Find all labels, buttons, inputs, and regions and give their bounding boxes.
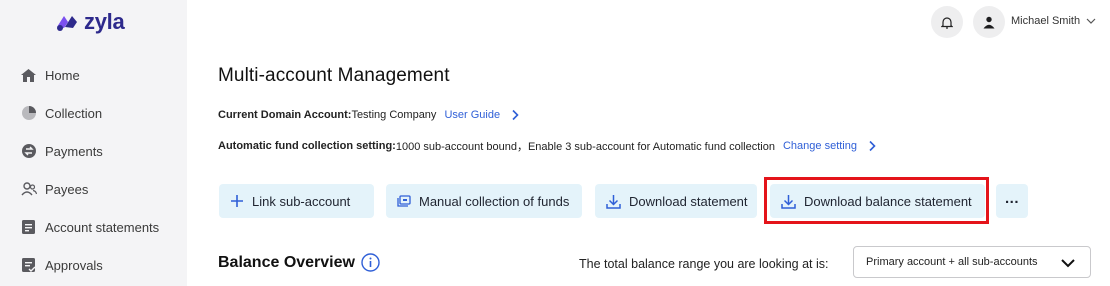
- sidebar-item-label: Payments: [45, 143, 103, 159]
- brand-logo[interactable]: zyla: [54, 9, 125, 35]
- sidebar-item-label: Approvals: [45, 257, 103, 273]
- auto-collection-line: Automatic fund collection setting: 1000 …: [218, 138, 877, 154]
- avatar[interactable]: [973, 6, 1005, 38]
- domain-account-label: Current Domain Account:: [218, 109, 352, 121]
- link-sub-account-button[interactable]: Link sub-account: [219, 184, 374, 218]
- statement-icon: [20, 219, 37, 236]
- more-actions-button[interactable]: ...: [996, 184, 1028, 218]
- user-icon: [983, 16, 995, 28]
- download-icon: [606, 194, 621, 209]
- balance-range-select[interactable]: Primary account + all sub-accounts: [853, 246, 1091, 278]
- balance-overview-title: Balance Overview: [218, 253, 380, 272]
- collection-icon: [397, 195, 411, 207]
- auto-collection-label: Automatic fund collection setting:: [218, 140, 396, 152]
- info-icon[interactable]: [361, 253, 380, 272]
- balance-range-label: The total balance range you are looking …: [579, 257, 829, 271]
- sidebar: zyla Home Collection Payments Payees Acc…: [0, 0, 187, 286]
- chevron-down-icon[interactable]: [1085, 15, 1097, 27]
- sidebar-item-home[interactable]: Home: [0, 60, 187, 90]
- home-icon: [20, 67, 37, 84]
- payment-icon: [20, 143, 37, 160]
- sidebar-item-label: Home: [45, 67, 80, 83]
- people-icon: [20, 181, 37, 198]
- page-title: Multi-account Management: [218, 65, 450, 86]
- sidebar-item-payments[interactable]: Payments: [0, 136, 187, 166]
- balance-range-value: Primary account + all sub-accounts: [866, 256, 1038, 268]
- domain-account-line: Current Domain Account: Testing Company …: [218, 109, 520, 121]
- user-name[interactable]: Michael Smith: [1011, 15, 1080, 27]
- link-sub-account-label: Link sub-account: [252, 193, 351, 209]
- domain-account-value: Testing Company: [351, 109, 437, 121]
- download-balance-statement-label: Download balance statement: [804, 193, 972, 209]
- user-guide-link[interactable]: User Guide: [444, 109, 500, 121]
- brand-name: zyla: [84, 9, 125, 34]
- auto-collection-value: 1000 sub-account bound，Enable 3 sub-acco…: [395, 141, 775, 153]
- download-balance-statement-button[interactable]: Download balance statement: [770, 184, 985, 218]
- more-actions-label: ...: [1004, 189, 1019, 207]
- sidebar-item-approvals[interactable]: Approvals: [0, 250, 187, 280]
- chevron-right-icon[interactable]: [867, 140, 877, 152]
- sidebar-item-payees[interactable]: Payees: [0, 174, 187, 204]
- chevron-right-icon[interactable]: [510, 109, 520, 121]
- notifications-button[interactable]: [931, 6, 963, 38]
- sidebar-item-collection[interactable]: Collection: [0, 98, 187, 128]
- zyla-logo-icon: [57, 16, 77, 31]
- balance-overview-label: Balance Overview: [218, 253, 355, 271]
- sidebar-item-account-statements[interactable]: Account statements: [0, 212, 187, 242]
- manual-collection-button[interactable]: Manual collection of funds: [386, 184, 582, 218]
- approval-icon: [20, 257, 37, 274]
- download-icon: [781, 194, 796, 209]
- manual-collection-label: Manual collection of funds: [419, 193, 570, 209]
- pie-chart-icon: [20, 105, 37, 122]
- sidebar-item-label: Payees: [45, 181, 89, 197]
- plus-icon: [230, 194, 244, 208]
- download-statement-label: Download statement: [629, 193, 748, 209]
- bell-icon: [941, 16, 953, 29]
- change-setting-link[interactable]: Change setting: [783, 140, 857, 152]
- sidebar-item-label: Collection: [45, 105, 103, 121]
- sidebar-item-label: Account statements: [45, 219, 160, 235]
- chevron-down-icon: [1061, 259, 1075, 268]
- download-statement-button[interactable]: Download statement: [595, 184, 757, 218]
